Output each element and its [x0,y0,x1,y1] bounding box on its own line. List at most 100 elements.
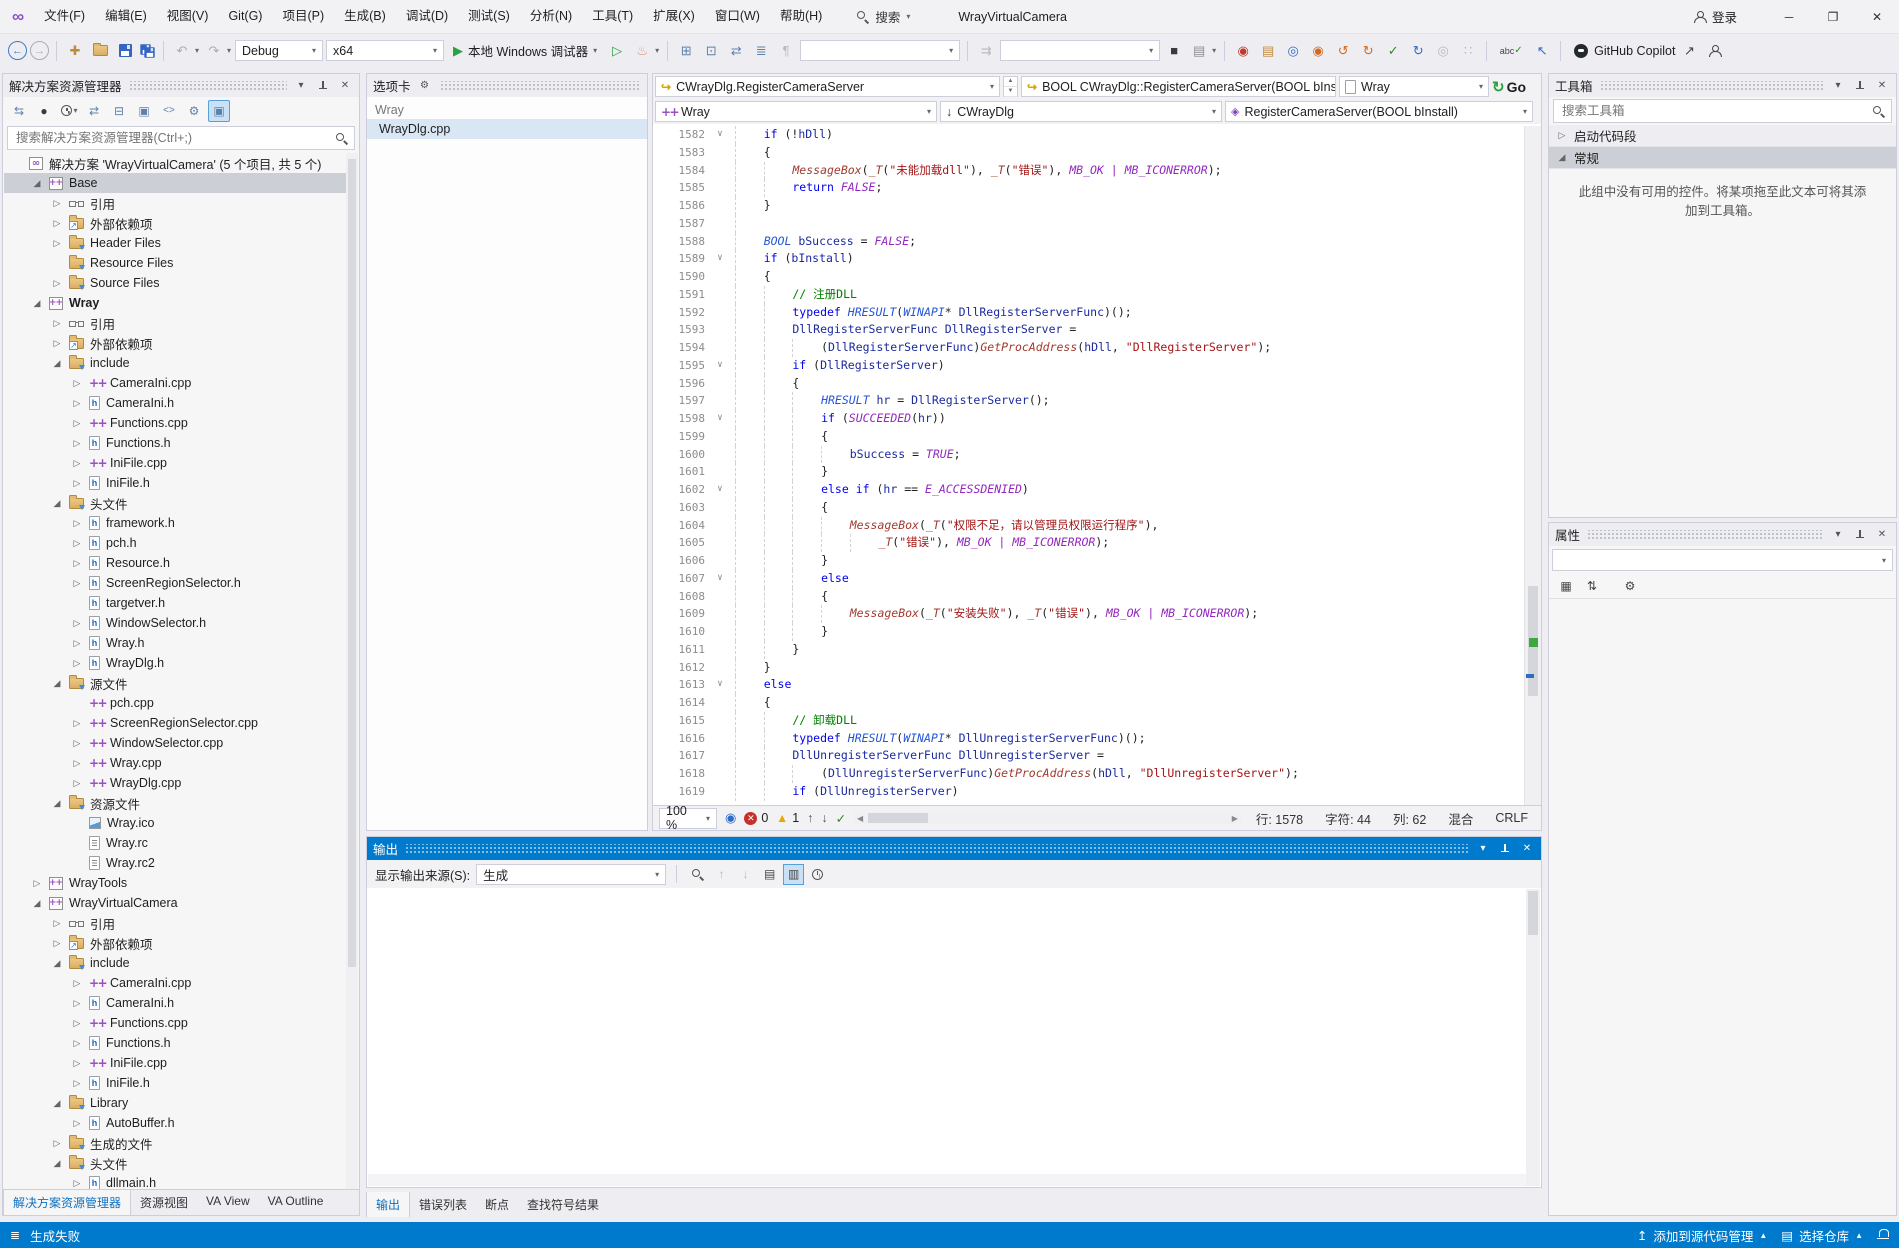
panel-tab[interactable]: 输出 [366,1192,411,1217]
drag-grip[interactable] [1586,530,1824,539]
code-line[interactable]: 1594(DllRegisterServerFunc) GetProcAddres… [653,339,1525,357]
expander-icon[interactable]: ▷ [50,238,64,249]
tree-item[interactable]: Wray.ico [4,813,346,833]
va-refactor-icon[interactable]: ↻ [1407,40,1429,62]
code-line[interactable]: 1603 { [653,498,1525,517]
find-message-icon[interactable] [687,864,708,885]
code-line[interactable]: 1611} [653,640,1525,659]
expander-icon[interactable]: ▷ [50,318,64,329]
tree-item[interactable]: ◢ 头文件 [4,493,346,513]
fold-icon[interactable]: ∨ [705,410,735,428]
fold-icon[interactable]: ∨ [705,126,735,144]
tree-item[interactable]: ▷ ++ Wray.cpp [4,753,346,773]
tree-item[interactable]: ▷ 外部依赖项 [4,213,346,233]
expander-icon[interactable]: ▷ [70,658,84,669]
tree-item[interactable]: ▷ h CameraIni.h [4,393,346,413]
code-line[interactable]: 1600 bSuccess = TRUE; [653,445,1525,464]
tree-item[interactable]: ▷ 引用 [4,193,346,213]
expander-icon[interactable]: ▷ [70,518,84,529]
properties-icon[interactable]: ⚙ [183,100,205,122]
solution-search-input[interactable] [14,130,329,146]
va-outline-icon[interactable]: ◎ [1432,40,1454,62]
expander-icon[interactable]: ▷ [50,338,64,349]
tree-item[interactable]: ◢ 源文件 [4,673,346,693]
expander-icon[interactable]: ▷ [70,438,84,449]
tree-item[interactable]: ▷ h AutoBuffer.h [4,1113,346,1133]
solution-tree-scrollbar[interactable] [346,153,358,1189]
save-all-icon[interactable] [139,43,156,59]
panel-tab[interactable]: 资源视图 [131,1190,197,1211]
code-line[interactable]: 1596 { [653,374,1525,393]
global-search[interactable]: 搜索 ▾ [856,7,910,26]
drag-grip[interactable] [404,844,1469,853]
signature-dropdown[interactable]: ↪ BOOL CWrayDlg::RegisterCameraServer(BO… [1021,76,1336,97]
code-line[interactable]: 1587 [653,214,1525,233]
scope-class-dropdown[interactable]: ↓ CWrayDlg ▾ [940,101,1222,122]
tree-item[interactable]: ▷ 引用 [4,913,346,933]
expander-icon[interactable]: ▷ [70,978,84,989]
panel-tab[interactable]: VA Outline [259,1190,333,1208]
next-issue-icon[interactable]: ↓ [821,811,827,825]
minimize-button[interactable]: ─ [1767,0,1811,33]
scope-member-dropdown[interactable]: ◈ RegisterCameraServer(BOOL bInstall) ▾ [1225,101,1533,122]
tree-item[interactable]: ▷ h WindowSelector.h [4,613,346,633]
code-line[interactable]: 1606} [653,552,1525,570]
tree-item[interactable]: ◢ Base [4,173,346,193]
tree-item[interactable]: ▷ ++ Functions.cpp [4,1013,346,1033]
expander-icon[interactable]: ▷ [70,1118,84,1129]
tree-item[interactable]: Wray.rc2 [4,853,346,873]
toolbox-section-general[interactable]: ◢ 常规 [1549,147,1896,169]
platform-select[interactable]: x64 ▾ [326,40,444,61]
maximize-button[interactable]: ❐ [1811,0,1855,33]
configuration-select[interactable]: Debug ▾ [235,40,323,61]
go-button[interactable]: ↻ Go [1492,78,1526,96]
fold-icon[interactable]: ∨ [705,481,735,499]
copilot-open-icon[interactable]: ↗ [1678,40,1700,62]
scroll-right-icon[interactable]: ▶ [1229,814,1241,823]
code-line[interactable]: 1609 MessageBox(_T("安装失败"), _T("错误"), MB_… [653,605,1525,623]
toolbox-search-input[interactable] [1560,103,1866,119]
tree-item[interactable]: ◢ include [4,953,346,973]
tree-item[interactable]: ▷ ++ WrayDlg.cpp [4,773,346,793]
tree-item[interactable]: ◢ include [4,353,346,373]
code-line[interactable]: 1617 DllUnregisterServerFunc DllUnregiste… [653,747,1525,765]
menu-item[interactable]: 调试(D) [396,0,458,33]
cursor-quotes-icon[interactable]: ↖ [1531,40,1553,62]
tree-item[interactable]: ▷ h Wray.h [4,633,346,653]
tree-item[interactable]: ▷ h Functions.h [4,1033,346,1053]
expander-icon[interactable]: ◢ [50,678,64,689]
menu-item[interactable]: 文件(F) [34,0,95,33]
expander-icon[interactable]: ▷ [70,738,84,749]
gear-icon[interactable]: ⚙ [417,80,433,91]
pending-filter-icon[interactable]: ● [33,100,55,122]
menu-item[interactable]: 视图(V) [157,0,219,33]
pin-icon[interactable] [315,80,331,92]
tree-item[interactable]: ++ pch.cpp [4,693,346,713]
next-message-icon[interactable]: ↓ [735,864,756,885]
expander-icon[interactable]: ▷ [70,398,84,409]
tree-item[interactable]: ▷ ++ CameraIni.cpp [4,973,346,993]
line-ending-indicator[interactable]: CRLF [1488,811,1535,825]
close-icon[interactable]: ✕ [1874,80,1890,91]
fold-icon[interactable]: ∨ [705,676,735,694]
menu-item[interactable]: 工具(T) [582,0,643,33]
menu-item[interactable]: 编辑(E) [95,0,157,33]
tree-item[interactable]: Wray.rc [4,833,346,853]
view-code-icon[interactable]: <> [158,100,180,122]
code-line[interactable]: 1613 ∨ else [653,676,1525,694]
expander-icon[interactable]: ◢ [30,898,44,909]
tree-item[interactable]: ▷ ++ ScreenRegionSelector.cpp [4,713,346,733]
github-copilot-button[interactable]: GitHub Copilot [1574,43,1675,58]
va-goto-back-icon[interactable]: ↺ [1332,40,1354,62]
fold-icon[interactable]: ∨ [705,250,735,268]
editor-scrollbar[interactable] [1524,126,1541,805]
tree-item[interactable]: ▷ 生成的文件 [4,1133,346,1153]
expander-icon[interactable]: ◢ [50,1098,64,1109]
pane-select-icon[interactable]: ▤ ▾ [1188,40,1216,62]
expander-icon[interactable]: ◢ [50,498,64,509]
expander-icon[interactable]: ◢ [50,798,64,809]
zoom-select[interactable]: 100 % ▾ [659,804,717,832]
tree-item[interactable]: ▷ ++ IniFile.cpp [4,1053,346,1073]
close-icon[interactable]: ✕ [1874,529,1890,540]
member-spinner[interactable]: ▲ ▼ [1003,76,1018,97]
